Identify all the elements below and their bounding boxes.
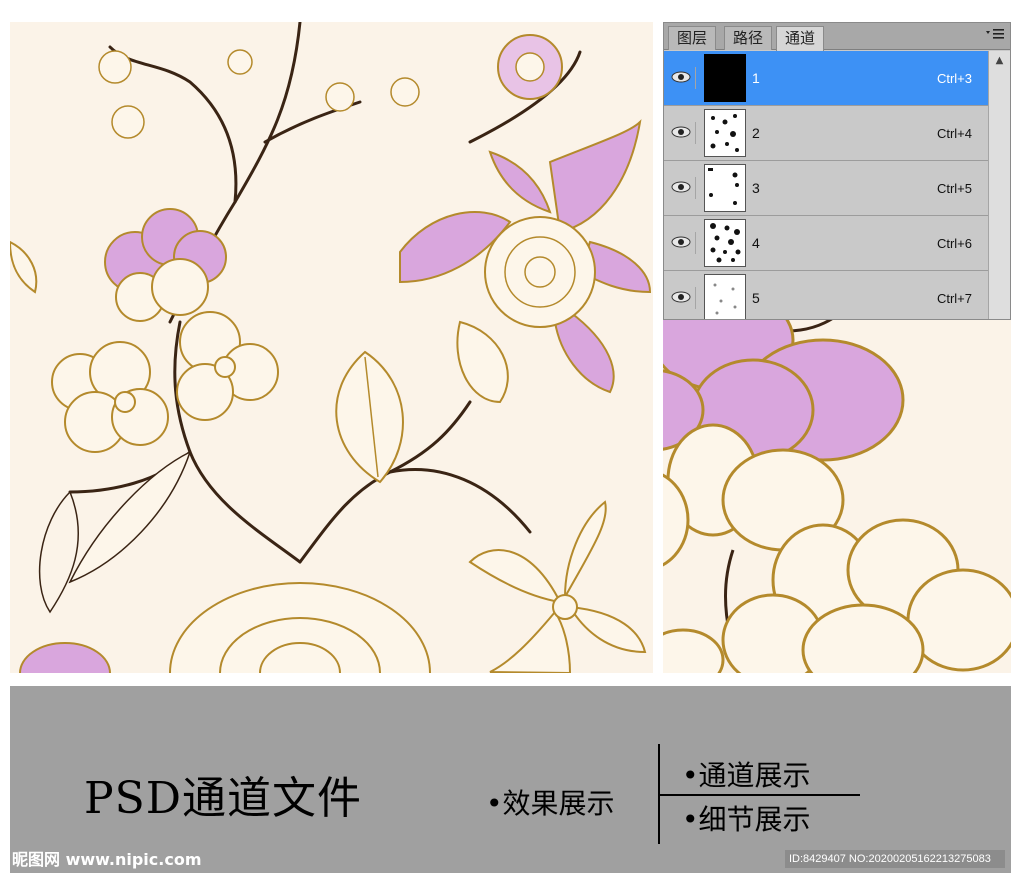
floral-pattern-illustration xyxy=(10,22,652,673)
cream-flower-bottom xyxy=(169,582,431,673)
channels-panel: 图层 路径 通道 1 Ctrl+3 2 Ctrl+4 3 Ctrl+5 4 Ct… xyxy=(663,22,1011,320)
detail-cream-flower-lower xyxy=(663,518,1011,673)
channel-thumbnail xyxy=(704,109,746,157)
channel-row-2[interactable]: 2 Ctrl+4 xyxy=(664,106,988,161)
channel-thumbnail xyxy=(704,274,746,319)
pattern-preview-main xyxy=(10,22,653,673)
channel-name: 1 xyxy=(752,70,760,86)
channel-name: 5 xyxy=(752,290,760,306)
visibility-eye-icon[interactable] xyxy=(670,67,696,89)
visibility-eye-icon[interactable] xyxy=(670,287,696,309)
visibility-eye-icon[interactable] xyxy=(670,122,696,144)
channel-shortcut: Ctrl+6 xyxy=(936,236,972,251)
info-banner: PSD通道文件 •效果展示 •通道展示 •细节展示 昵图网 www.nipic.… xyxy=(10,686,1011,873)
tab-channels[interactable]: 通道 xyxy=(776,26,825,51)
channel-list: 1 Ctrl+3 2 Ctrl+4 3 Ctrl+5 4 Ctrl+6 5 Ct… xyxy=(664,51,988,319)
channel-name: 3 xyxy=(752,180,760,196)
channel-name: 4 xyxy=(752,235,760,251)
detail-display-label: •细节展示 xyxy=(682,803,811,836)
channel-row-5[interactable]: 5 Ctrl+7 xyxy=(664,271,988,319)
effect-display-label: •效果展示 xyxy=(486,787,615,820)
channel-shortcut: Ctrl+3 xyxy=(936,71,972,86)
panel-menu-glyph xyxy=(986,29,1004,39)
scroll-up-arrow-icon[interactable]: ▲ xyxy=(989,53,1010,69)
channel-list-scrollbar[interactable]: ▲ xyxy=(988,51,1010,319)
id-watermark: ID:8429407 NO:20200205162213275083 xyxy=(785,850,1005,868)
visibility-eye-icon[interactable] xyxy=(670,177,696,199)
cream-flower-left xyxy=(51,311,279,453)
channel-thumbnail xyxy=(704,54,746,102)
tab-paths[interactable]: 路径 xyxy=(724,26,773,50)
pink-lily-flower xyxy=(399,119,652,394)
channel-row-3[interactable]: 3 Ctrl+5 xyxy=(664,161,988,216)
tab-layers[interactable]: 图层 xyxy=(668,26,717,50)
channel-shortcut: Ctrl+5 xyxy=(936,181,972,196)
banner-title: PSD通道文件 xyxy=(84,773,363,824)
channels-display-label: •通道展示 xyxy=(682,759,811,792)
pattern-preview-detail xyxy=(663,320,1011,673)
channel-thumbnail xyxy=(704,164,746,212)
panel-tab-bar: 图层 路径 通道 xyxy=(664,23,1010,51)
visibility-eye-icon[interactable] xyxy=(670,232,696,254)
channel-row-4[interactable]: 4 Ctrl+6 xyxy=(664,216,988,271)
pink-flower-left xyxy=(104,208,227,322)
channel-shortcut: Ctrl+4 xyxy=(936,126,972,141)
channel-thumbnail xyxy=(704,219,746,267)
pink-flower-top xyxy=(497,34,563,100)
channel-name: 2 xyxy=(752,125,760,141)
divider-horizontal xyxy=(658,794,860,796)
panel-menu-icon[interactable] xyxy=(984,27,1006,45)
site-watermark: 昵图网 www.nipic.com xyxy=(12,850,202,869)
cream-star-flower xyxy=(468,500,647,673)
channel-shortcut: Ctrl+7 xyxy=(936,291,972,306)
floral-detail-illustration xyxy=(663,320,1011,673)
channel-row-1[interactable]: 1 Ctrl+3 xyxy=(664,51,988,106)
